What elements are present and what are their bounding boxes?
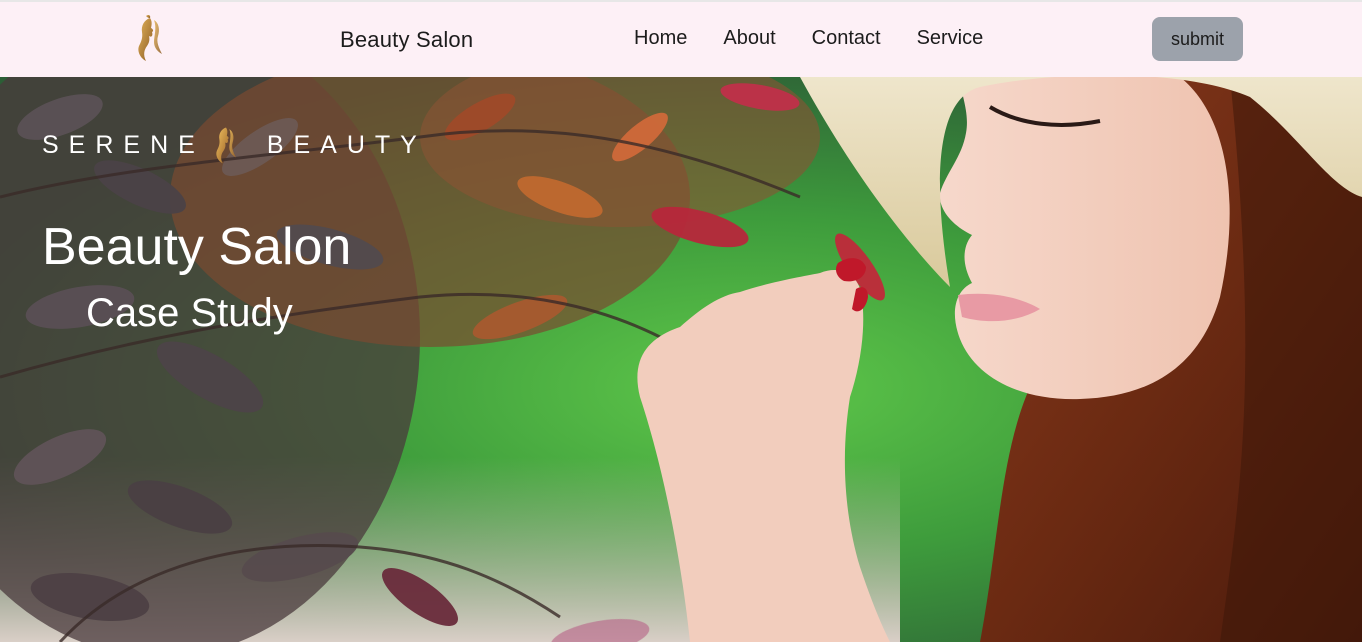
tagline-left: SERENE <box>42 130 205 159</box>
navbar: Beauty Salon Home About Contact Service … <box>0 2 1362 77</box>
nav-contact-link[interactable]: Contact <box>812 27 881 50</box>
hero-banner: SERENE BEAUTY Beauty Salon Case Study <box>0 77 1362 642</box>
main-nav: Home About Contact Service <box>634 27 983 50</box>
nav-service-link[interactable]: Service <box>917 27 984 50</box>
woman-silhouette-icon[interactable] <box>132 14 168 64</box>
hero-subtitle: Case Study <box>86 291 293 335</box>
brand-name[interactable]: Beauty Salon <box>340 27 473 53</box>
hero-title: Beauty Salon <box>42 218 352 276</box>
nav-home-link[interactable]: Home <box>634 27 687 50</box>
woman-silhouette-icon <box>216 127 236 164</box>
tagline-right: BEAUTY <box>266 130 427 159</box>
nav-about-link[interactable]: About <box>723 27 775 50</box>
submit-button[interactable]: submit <box>1152 17 1243 61</box>
hero-tagline: SERENE BEAUTY <box>42 123 427 167</box>
